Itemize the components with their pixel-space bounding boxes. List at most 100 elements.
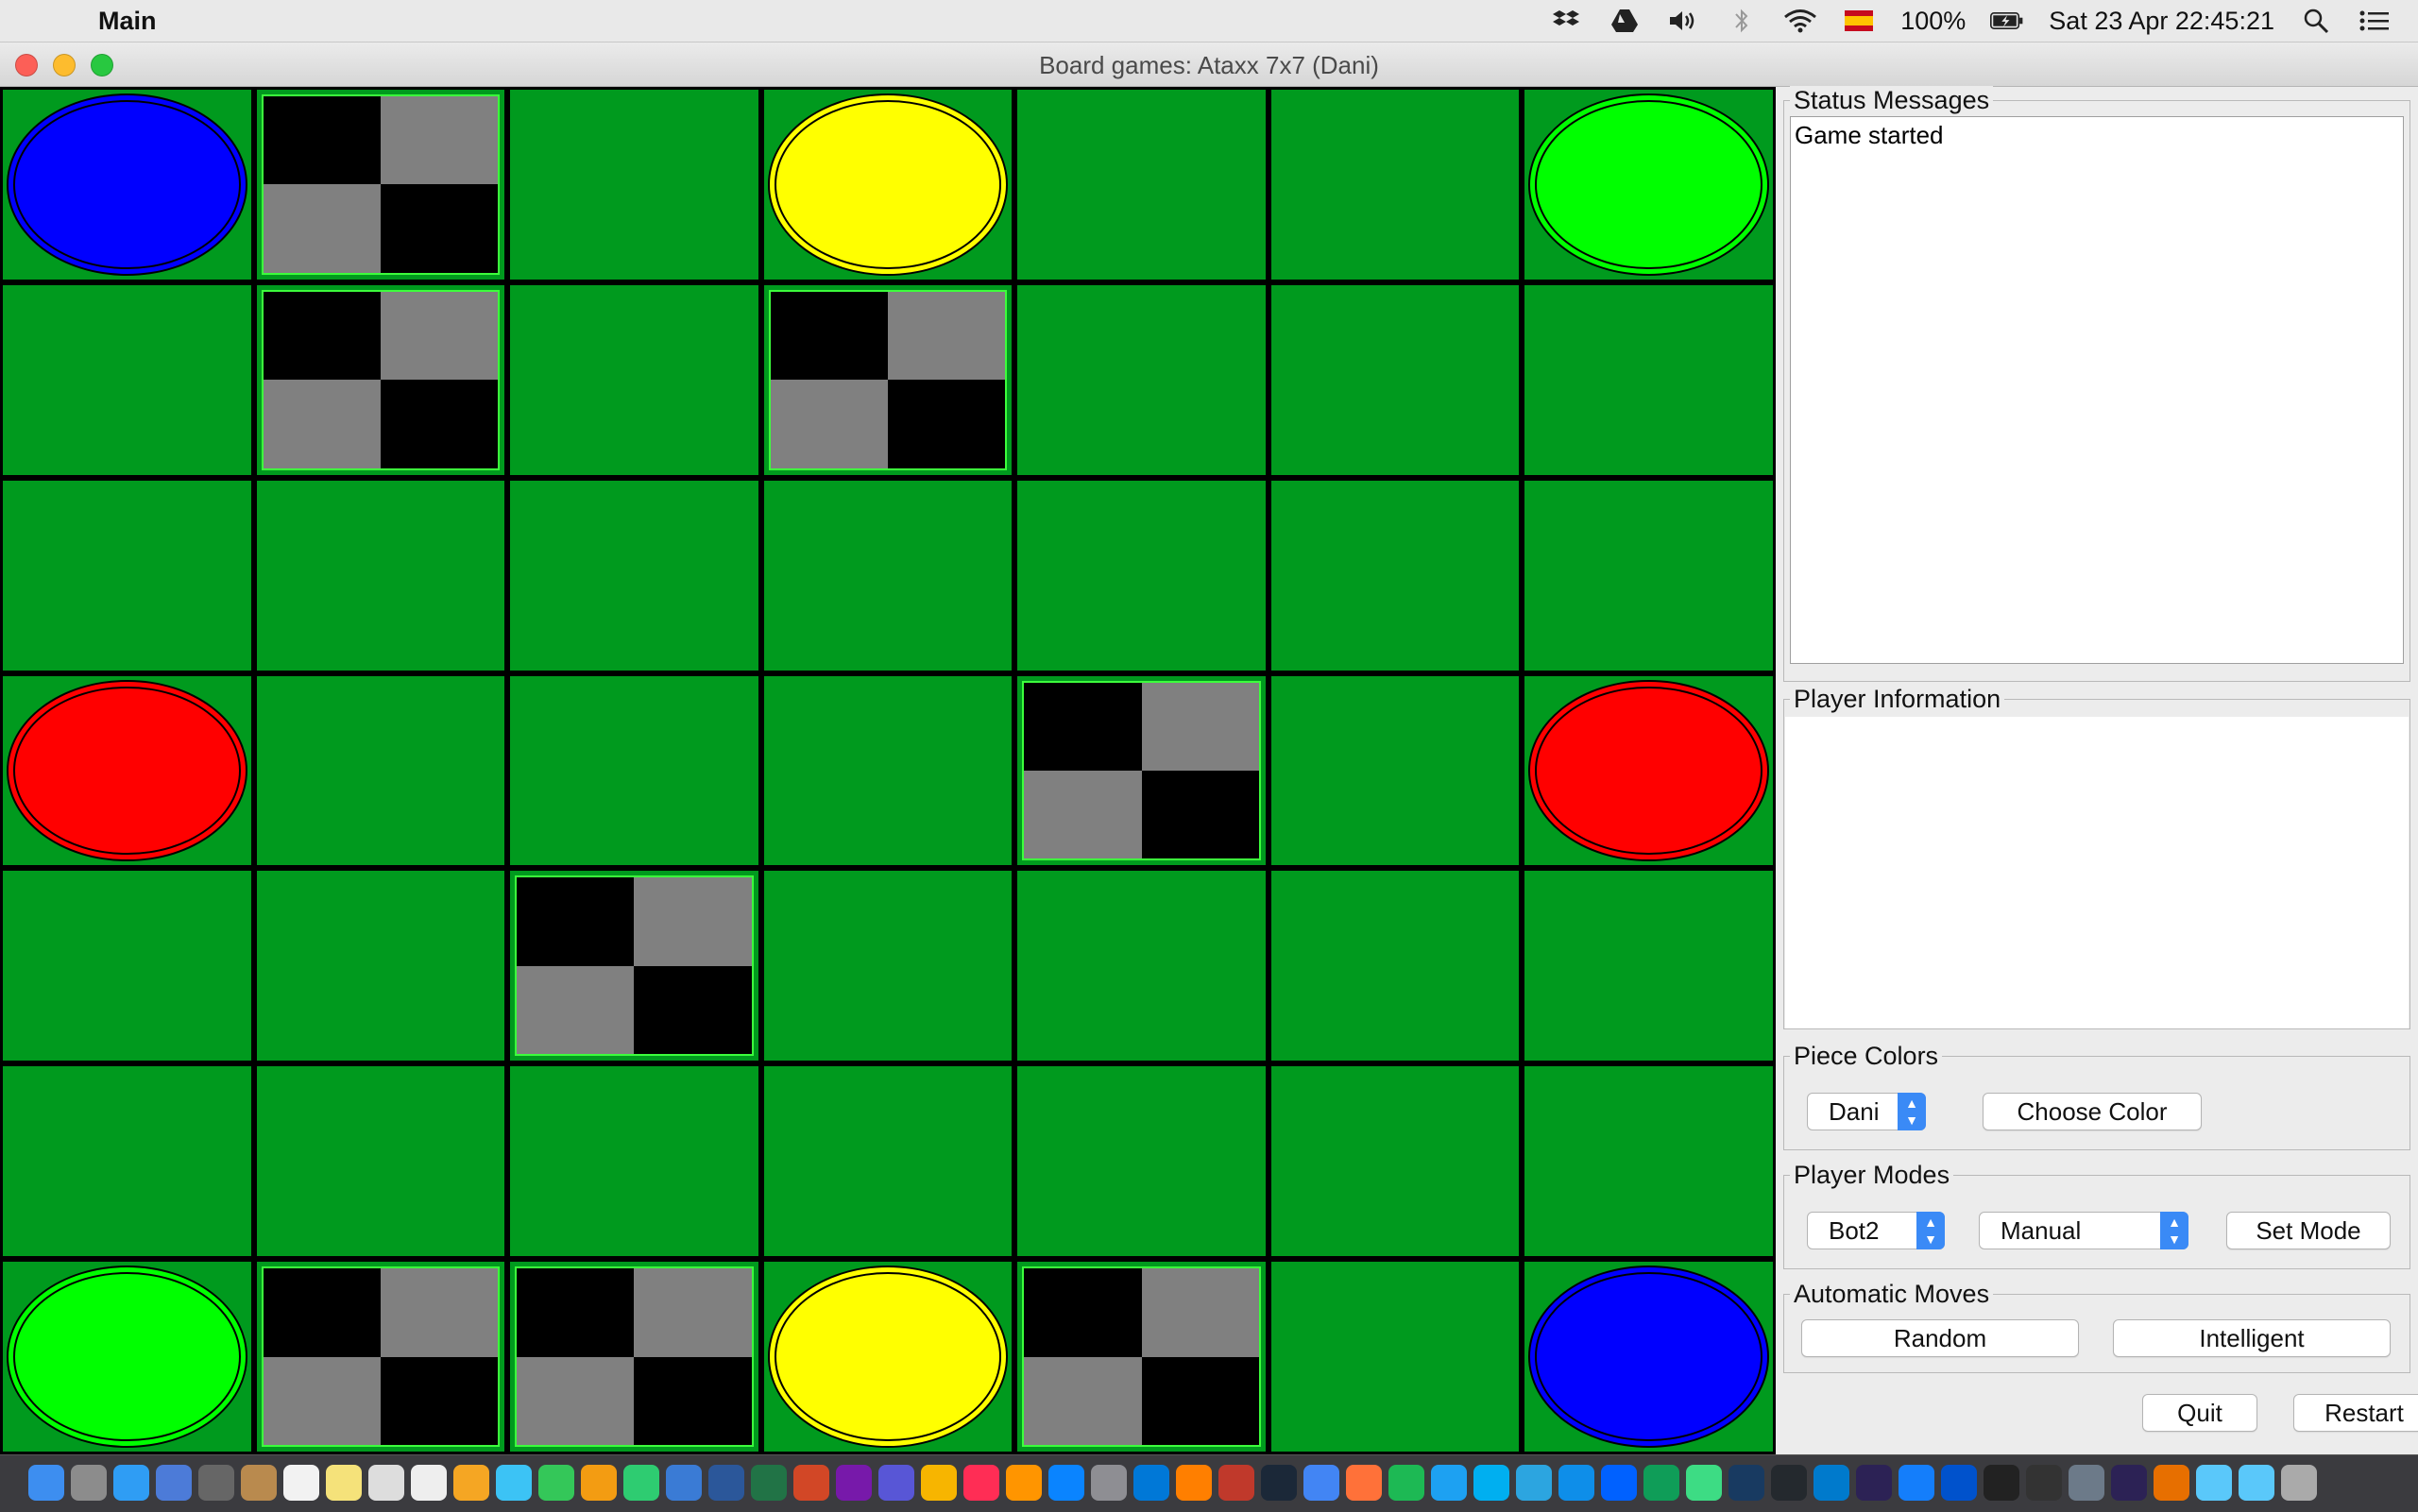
- board-cell[interactable]: [3, 871, 251, 1062]
- board-cell[interactable]: [763, 871, 1013, 1062]
- telegram-icon[interactable]: [1516, 1465, 1552, 1501]
- excel-icon[interactable]: [751, 1465, 787, 1501]
- board-cell[interactable]: [763, 675, 1013, 866]
- piece-color-player-select[interactable]: Dani ▲ ▼: [1807, 1093, 1926, 1130]
- bluetooth-icon[interactable]: [1725, 7, 1759, 35]
- image-capture-icon[interactable]: [2069, 1465, 2104, 1501]
- battery-icon[interactable]: [1990, 7, 2024, 35]
- reminders-icon[interactable]: [368, 1465, 404, 1501]
- teamviewer-icon[interactable]: [1558, 1465, 1594, 1501]
- itunes-icon[interactable]: [963, 1465, 999, 1501]
- board-cell[interactable]: [1017, 1066, 1266, 1257]
- board-cell[interactable]: [256, 480, 505, 671]
- board-cell[interactable]: [3, 90, 251, 280]
- board-cell[interactable]: [1270, 90, 1520, 280]
- blue-piece[interactable]: [1528, 1266, 1769, 1448]
- yellow-piece[interactable]: [767, 1266, 1009, 1448]
- board-cell[interactable]: [510, 1262, 758, 1452]
- terminal-icon[interactable]: [1984, 1465, 2019, 1501]
- quit-button[interactable]: Quit: [2142, 1394, 2257, 1432]
- automator-icon[interactable]: [198, 1465, 234, 1501]
- choose-color-button[interactable]: Choose Color: [1983, 1093, 2202, 1130]
- firefox-icon[interactable]: [1346, 1465, 1382, 1501]
- board-cell[interactable]: [1524, 675, 1773, 866]
- word-icon[interactable]: [708, 1465, 744, 1501]
- sourcetree-icon[interactable]: [1941, 1465, 1977, 1501]
- eclipse2-icon[interactable]: [2111, 1465, 2147, 1501]
- red-piece[interactable]: [7, 679, 247, 862]
- google-drive-icon[interactable]: [1643, 1465, 1679, 1501]
- board-cell[interactable]: [1524, 1262, 1773, 1452]
- set-mode-button[interactable]: Set Mode: [2226, 1212, 2391, 1249]
- notification-center-icon[interactable]: [2358, 7, 2392, 35]
- board-cell[interactable]: [1524, 480, 1773, 671]
- finder-icon[interactable]: [28, 1465, 64, 1501]
- board-cell[interactable]: [1524, 90, 1773, 280]
- numbers-icon[interactable]: [623, 1465, 659, 1501]
- textedit-icon[interactable]: [411, 1465, 447, 1501]
- board-cell[interactable]: [3, 1262, 251, 1452]
- board-cell[interactable]: [3, 1066, 251, 1257]
- restart-button[interactable]: Restart: [2293, 1394, 2418, 1432]
- board-cell[interactable]: [763, 480, 1013, 671]
- board-cell[interactable]: [1524, 284, 1773, 475]
- player-information-table[interactable]: [1785, 717, 2409, 1028]
- board-cell[interactable]: [763, 1262, 1013, 1452]
- edge-icon[interactable]: [1133, 1465, 1169, 1501]
- activity-monitor-icon[interactable]: [2026, 1465, 2062, 1501]
- board-cell[interactable]: [256, 1262, 505, 1452]
- board-cell[interactable]: [1270, 1262, 1520, 1452]
- blue-piece[interactable]: [7, 93, 247, 276]
- folder2-icon[interactable]: [2239, 1465, 2274, 1501]
- board-cell[interactable]: [1270, 480, 1520, 671]
- dropbox-icon[interactable]: [1549, 7, 1583, 35]
- board-cell[interactable]: [1270, 871, 1520, 1062]
- board-cell[interactable]: [510, 675, 758, 866]
- board-cell[interactable]: [256, 871, 505, 1062]
- board-cell[interactable]: [1017, 871, 1266, 1062]
- board-cell[interactable]: [1017, 90, 1266, 280]
- spotify-icon[interactable]: [1388, 1465, 1424, 1501]
- board-cell[interactable]: [1017, 675, 1266, 866]
- safari-icon[interactable]: [113, 1465, 149, 1501]
- green-piece[interactable]: [7, 1266, 247, 1448]
- powerpoint-icon[interactable]: [793, 1465, 829, 1501]
- onenote-icon[interactable]: [836, 1465, 872, 1501]
- game-board[interactable]: [0, 87, 1776, 1454]
- board-cell[interactable]: [1524, 1066, 1773, 1257]
- board-cell[interactable]: [256, 675, 505, 866]
- ibooks-icon[interactable]: [1006, 1465, 1042, 1501]
- facetime-icon[interactable]: [538, 1465, 574, 1501]
- board-cell[interactable]: [510, 1066, 758, 1257]
- spotlight-icon[interactable]: [2299, 7, 2333, 35]
- red-piece[interactable]: [1528, 679, 1769, 862]
- app-menu-main[interactable]: Main: [98, 7, 157, 36]
- trash-icon[interactable]: [2281, 1465, 2317, 1501]
- system-preferences-icon[interactable]: [1091, 1465, 1127, 1501]
- board-cell[interactable]: [3, 284, 251, 475]
- board-cell[interactable]: [1017, 284, 1266, 475]
- board-cell[interactable]: [1017, 1262, 1266, 1452]
- eclipse-icon[interactable]: [1856, 1465, 1892, 1501]
- skype-icon[interactable]: [1473, 1465, 1509, 1501]
- photos-icon[interactable]: [453, 1465, 489, 1501]
- board-cell[interactable]: [1524, 871, 1773, 1062]
- notes-icon[interactable]: [326, 1465, 362, 1501]
- java-icon[interactable]: [2154, 1465, 2189, 1501]
- board-cell[interactable]: [256, 284, 505, 475]
- board-cell[interactable]: [3, 675, 251, 866]
- board-cell[interactable]: [510, 284, 758, 475]
- volume-icon[interactable]: [1666, 7, 1700, 35]
- board-cell[interactable]: [1270, 284, 1520, 475]
- pages-icon[interactable]: [581, 1465, 617, 1501]
- intelligent-move-button[interactable]: Intelligent: [2113, 1319, 2391, 1357]
- popcorn-icon[interactable]: [1218, 1465, 1254, 1501]
- keyboard-flag-icon[interactable]: [1842, 7, 1876, 35]
- vlc-icon[interactable]: [1176, 1465, 1212, 1501]
- github-icon[interactable]: [1771, 1465, 1807, 1501]
- steam-icon[interactable]: [1261, 1465, 1297, 1501]
- board-cell[interactable]: [510, 90, 758, 280]
- board-cell[interactable]: [763, 90, 1013, 280]
- android-studio-icon[interactable]: [1686, 1465, 1722, 1501]
- yellow-piece[interactable]: [767, 93, 1009, 276]
